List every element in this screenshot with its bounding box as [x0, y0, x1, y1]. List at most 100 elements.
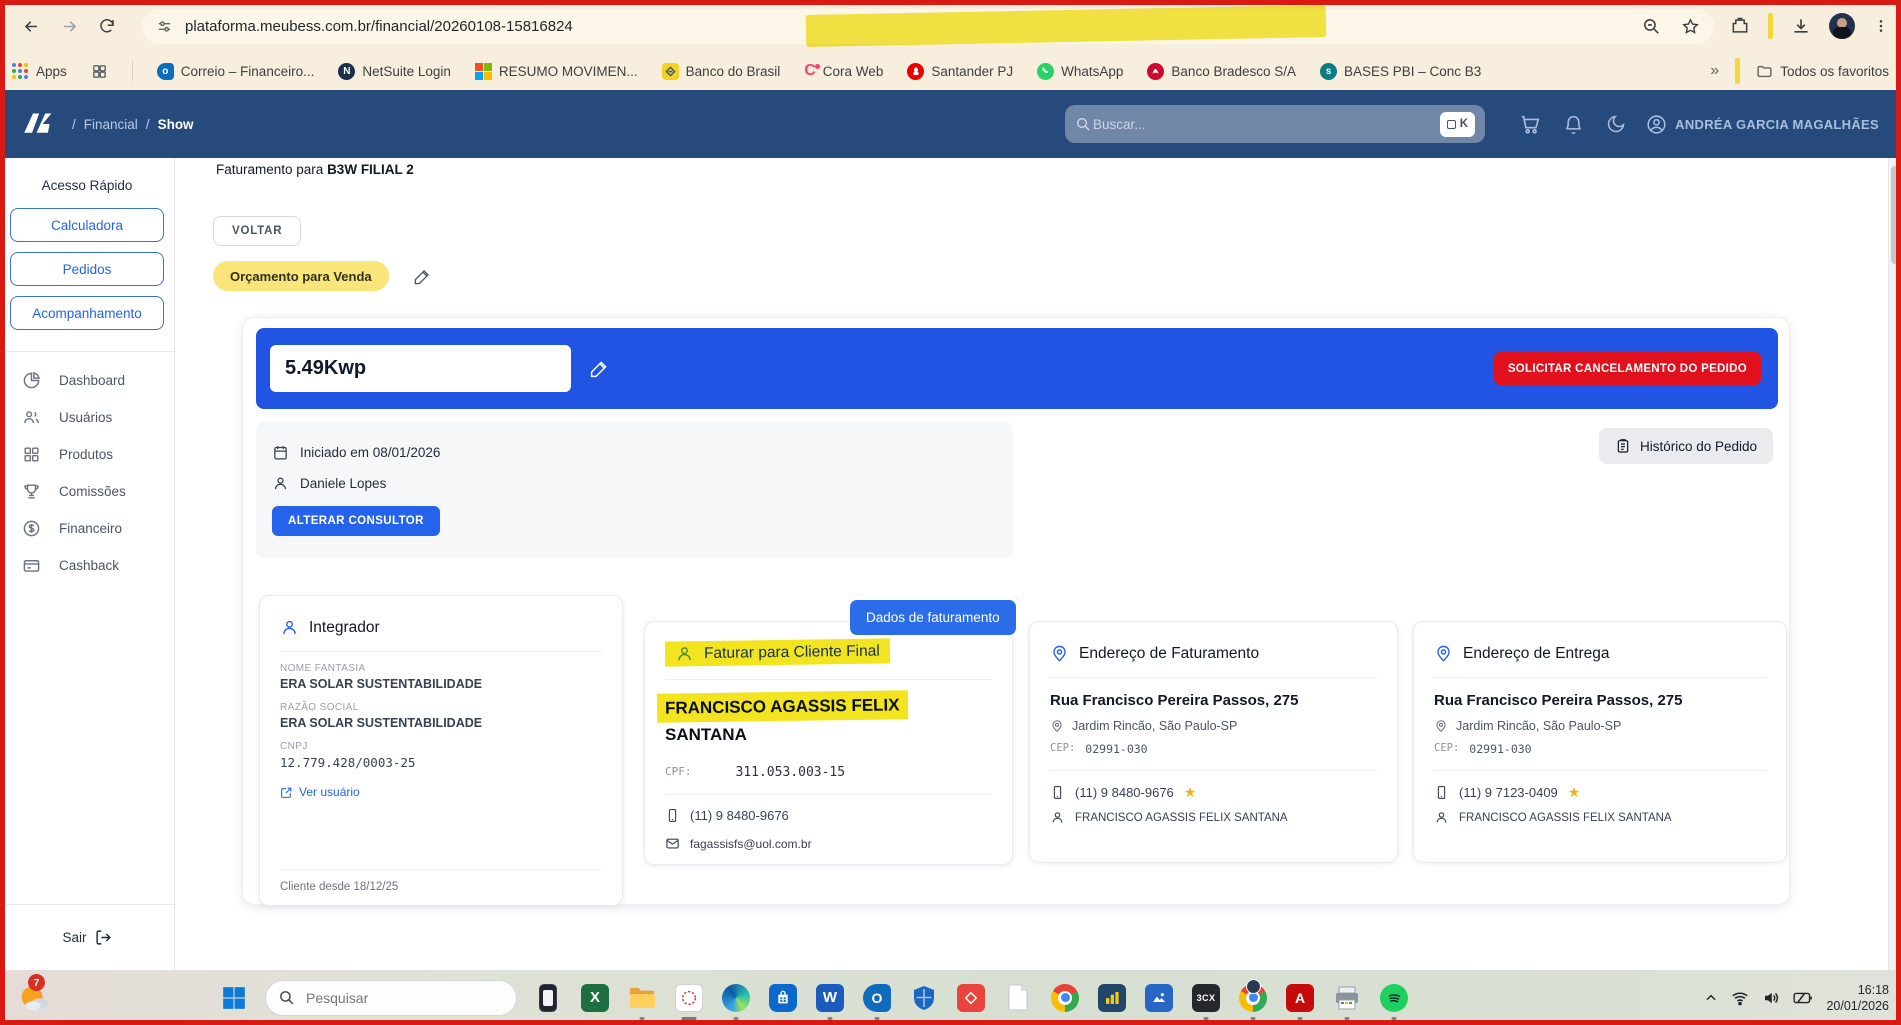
downloads-icon[interactable] [1791, 16, 1811, 36]
sidebar-item-comissoes[interactable]: Comissões [10, 473, 164, 510]
excel-icon: X [581, 984, 609, 1012]
user-menu[interactable]: ANDRÉA GARCIA MAGALHÃES [1646, 114, 1879, 135]
taskbar-app-defender[interactable] [908, 982, 940, 1014]
taskbar-search-input[interactable] [304, 989, 474, 1007]
search-icon [278, 989, 295, 1006]
taskbar-clock[interactable]: 16:18 20/01/2026 [1826, 982, 1889, 1014]
address-bar[interactable]: plataforma.meubess.com.br/financial/2026… [142, 9, 1714, 44]
extensions-icon[interactable] [1730, 16, 1750, 36]
favorite-star-icon: ★ [1184, 784, 1197, 801]
cora-icon: C [804, 62, 816, 80]
taskbar-app-chrome[interactable] [1049, 982, 1081, 1014]
card-divider [1050, 677, 1377, 678]
location-pin-icon [1050, 644, 1069, 663]
app-logo[interactable] [22, 110, 58, 138]
taskbar-app-outlook[interactable]: O [861, 982, 893, 1014]
taskbar-app-spotify[interactable] [1378, 982, 1410, 1014]
taskbar-app-chrome-profile[interactable] [1237, 982, 1269, 1014]
bookmark-item[interactable]: s BASES PBI – Conc B3 [1320, 63, 1481, 80]
all-bookmarks-folder[interactable]: Todos os favoritos [1756, 63, 1889, 80]
order-history-button[interactable]: Histórico do Pedido [1599, 428, 1773, 464]
sidebar-item-financeiro[interactable]: Financeiro [10, 510, 164, 547]
bookmark-item[interactable]: Santander PJ [907, 63, 1013, 80]
change-consultant-button[interactable]: ALTERAR CONSULTOR [272, 506, 440, 536]
bookmark-item[interactable]: RESUMO MOVIMEN... [475, 63, 638, 80]
bookmark-item[interactable]: WhatsApp [1037, 63, 1123, 80]
bookmark-item[interactable]: Banco do Brasil [662, 63, 781, 80]
zoom-out-icon[interactable] [1642, 17, 1661, 36]
taskbar-app-phone-link[interactable] [532, 982, 564, 1014]
taskbar-app-media[interactable] [1143, 982, 1175, 1014]
taskbar-app-quick-assist[interactable] [955, 982, 987, 1014]
taskbar-app-printer[interactable] [1331, 982, 1363, 1014]
bookmark-item[interactable]: C Cora Web [804, 62, 883, 80]
taskbar-app-file-explorer[interactable] [626, 982, 658, 1014]
battery-icon[interactable] [1793, 990, 1813, 1006]
sidebar-button-pedidos[interactable]: Pedidos [10, 252, 164, 286]
taskbar-app-word[interactable]: W [814, 982, 846, 1014]
wifi-icon[interactable] [1731, 989, 1749, 1007]
scrollbar-thumb[interactable] [1891, 166, 1899, 264]
chrome-icon [1051, 984, 1079, 1012]
bookmark-star-icon[interactable] [1681, 17, 1700, 36]
taskbar-app-power-bi[interactable] [1096, 982, 1128, 1014]
notifications-bell-icon[interactable] [1563, 114, 1584, 135]
search-input[interactable] [1091, 116, 1440, 133]
browser-back-button[interactable] [14, 9, 48, 43]
logout-button[interactable]: Sair [10, 915, 164, 950]
start-button[interactable] [218, 982, 250, 1014]
profile-avatar[interactable] [1829, 13, 1855, 39]
sidebar-button-calculadora[interactable]: Calculadora [10, 208, 164, 242]
sidebar-item-dashboard[interactable]: Dashboard [10, 362, 164, 399]
bookmark-label: WhatsApp [1061, 64, 1123, 79]
billing-data-tooltip[interactable]: Dados de faturamento [850, 600, 1016, 635]
client-name-highlighted: FRANCISCO AGASSIS FELIX [657, 690, 908, 722]
sidebar-item-produtos[interactable]: Produtos [10, 436, 164, 473]
taskbar-weather-widget[interactable]: 7 [16, 978, 56, 1018]
order-card: SOLICITAR CANCELAMENTO DO PEDIDO Iniciad… [242, 317, 1790, 905]
sidebar-item-usuarios[interactable]: Usuários [10, 399, 164, 436]
tray-chevron-icon[interactable] [1704, 991, 1718, 1005]
back-button[interactable]: VOLTAR [213, 216, 301, 246]
dark-mode-moon-icon[interactable] [1606, 114, 1626, 134]
delivery-address-card: Endereço de Entrega Rua Francisco Pereir… [1413, 621, 1787, 863]
bookmark-apps[interactable]: Apps [12, 63, 67, 80]
power-bi-icon [1098, 984, 1126, 1012]
bookmarks-overflow-chevron[interactable]: » [1710, 62, 1719, 80]
cart-icon[interactable] [1519, 113, 1541, 135]
browser-reload-button[interactable] [90, 9, 124, 43]
edit-kwp-pencil-icon[interactable] [589, 358, 610, 379]
reading-list-grid-icon[interactable] [91, 63, 108, 80]
sidebar-item-label: Comissões [59, 484, 126, 499]
site-settings-icon[interactable] [156, 18, 173, 35]
cancel-order-button[interactable]: SOLICITAR CANCELAMENTO DO PEDIDO [1494, 352, 1761, 385]
browser-menu-icon[interactable] [1873, 18, 1889, 34]
volume-icon[interactable] [1762, 989, 1780, 1007]
bookmark-item[interactable]: N NetSuite Login [338, 63, 451, 80]
taskbar-app-excel[interactable]: X [579, 982, 611, 1014]
sidebar-button-acompanhamento[interactable]: Acompanhamento [10, 296, 164, 330]
taskbar-app-notepad[interactable] [1002, 982, 1034, 1014]
kwp-input[interactable] [270, 345, 571, 392]
taskbar-app-acrobat[interactable]: A [1284, 982, 1316, 1014]
sidebar-item-cashback[interactable]: Cashback [10, 547, 164, 584]
breadcrumb-section[interactable]: Financial [84, 117, 138, 132]
taskbar-app-microsoft-store[interactable] [767, 982, 799, 1014]
bradesco-icon [1147, 63, 1164, 80]
url-text[interactable]: plataforma.meubess.com.br/financial/2026… [185, 18, 573, 35]
edit-status-pencil-icon[interactable] [413, 267, 432, 286]
card-divider [665, 794, 992, 795]
bookmark-label: BASES PBI – Conc B3 [1344, 64, 1481, 79]
taskbar-app-edge[interactable] [720, 982, 752, 1014]
taskbar-app-3cx[interactable]: 3CX [1190, 982, 1222, 1014]
taskbar-search[interactable] [265, 980, 517, 1016]
view-user-link[interactable]: Ver usuário [280, 785, 602, 799]
taskbar-app-snipping-tool[interactable] [673, 982, 705, 1014]
bookmark-item[interactable]: o Correio – Financeiro... [157, 63, 315, 80]
highlight-mark-toolbar [1768, 13, 1773, 39]
global-search[interactable]: K [1065, 105, 1485, 143]
page-scrollbar[interactable] [1888, 158, 1901, 970]
browser-forward-button[interactable] [52, 9, 86, 43]
bookmark-item[interactable]: Banco Bradesco S/A [1147, 63, 1296, 80]
apps-grid-icon [12, 63, 29, 80]
